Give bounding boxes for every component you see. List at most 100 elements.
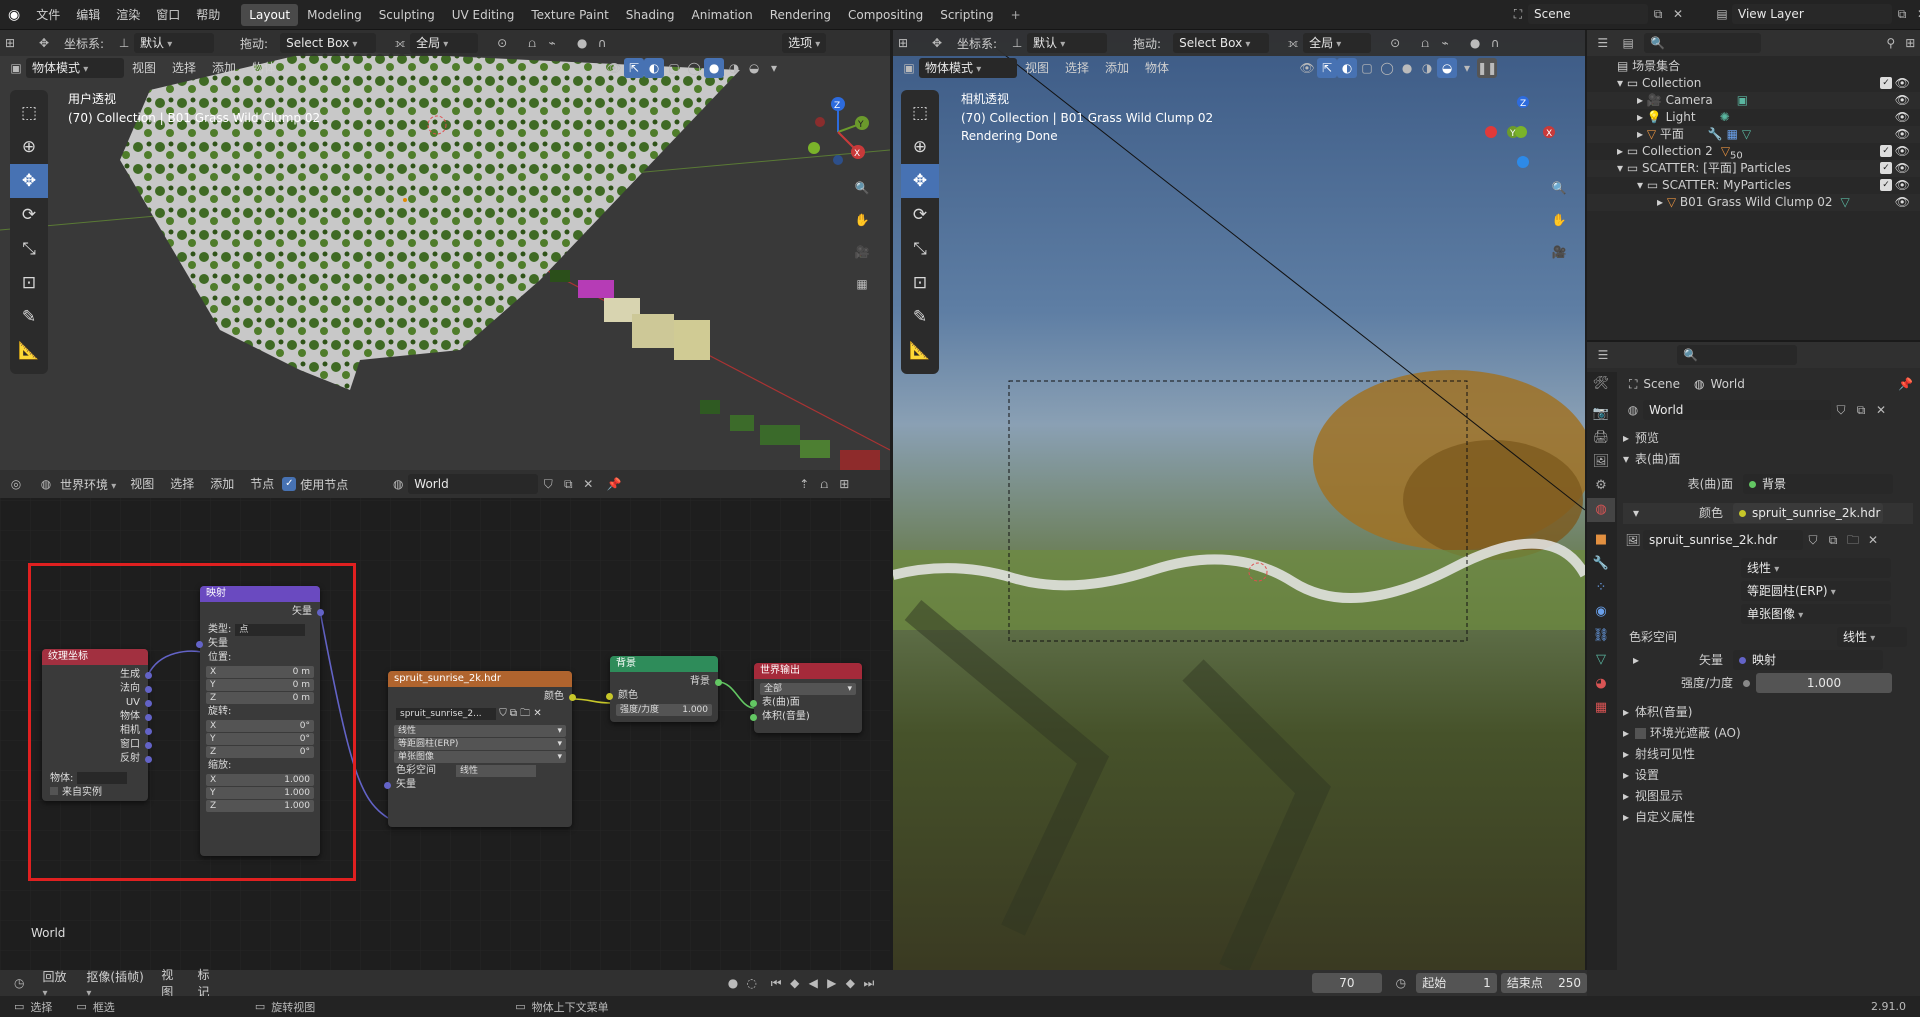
viewport-camera-perspective[interactable]: ⊞ ✥ 坐标系: ⊥ 默认 拖动: Select Box ⟗ 全局 ⊙ ⩍ ⌁ … xyxy=(893,30,1585,970)
scale-tool-icon[interactable]: ⤡ xyxy=(10,232,48,266)
scale-x[interactable]: X 1.000 xyxy=(206,774,314,786)
output-color[interactable]: 颜色 xyxy=(388,690,576,704)
jump-start-icon[interactable]: ⏮ xyxy=(767,973,786,993)
display-mode-icon[interactable]: ▤ xyxy=(1618,33,1637,53)
image-field[interactable]: spruit_sunrise_2... xyxy=(396,708,496,720)
expand-icon[interactable]: ▾ xyxy=(1637,178,1647,192)
exclude-checkbox[interactable]: ✓ xyxy=(1880,179,1892,191)
input-color[interactable]: 颜色 xyxy=(606,689,718,703)
constraints-tab-icon[interactable]: ⛓ xyxy=(1587,624,1615,648)
rendered-shading-icon[interactable]: ◒ xyxy=(744,58,764,78)
pan-hand-icon[interactable]: ✋ xyxy=(1549,210,1569,230)
surface-panel[interactable]: ▾ 表(曲)面 xyxy=(1623,449,1913,470)
world-browse-icon[interactable]: ◍ xyxy=(388,474,408,494)
menu-view[interactable]: 视图 xyxy=(122,469,162,499)
navigation-gizmo[interactable]: Z Y X xyxy=(1483,92,1563,172)
outliner-row-camera[interactable]: ▸ 🎥 Camera ▣ 👁 xyxy=(1587,92,1920,109)
outliner-row-collection-2[interactable]: ▸ ▭ Collection 2 ▽50 ✓ 👁 xyxy=(1587,143,1920,161)
vector-input-field[interactable]: 映射 xyxy=(1733,650,1884,670)
new-view-layer-icon[interactable]: ⧉ xyxy=(1892,4,1912,24)
output-uv[interactable]: UV xyxy=(42,696,152,710)
tab-rendering[interactable]: Rendering xyxy=(762,4,839,26)
new-collection-icon[interactable]: ⊞ xyxy=(1901,33,1920,53)
menu-add[interactable]: 添加 xyxy=(204,53,244,83)
mode-dropdown[interactable]: 物体模式 xyxy=(26,58,124,78)
modifier-tab-icon[interactable]: 🔧 xyxy=(1587,552,1615,576)
expand-icon[interactable]: ▸ xyxy=(1637,127,1647,141)
eye-icon[interactable]: 👁 xyxy=(1895,143,1910,160)
visibility-icon[interactable]: 👁 xyxy=(1297,58,1317,78)
preview-panel[interactable]: ▸ 预览 xyxy=(1623,428,1913,449)
annotate-tool-icon[interactable]: ✎ xyxy=(10,300,48,334)
rotation-x[interactable]: X 0° xyxy=(206,720,314,732)
material-tab-icon[interactable]: ◕ xyxy=(1587,672,1615,696)
object-picker[interactable] xyxy=(77,772,128,784)
pivot-icon[interactable]: ⟗ xyxy=(1283,33,1303,53)
outliner-row-plane[interactable]: ▸ ▽ 平面 🔧 ▦ ▽ 👁 xyxy=(1587,126,1920,143)
eye-icon[interactable]: 👁 xyxy=(1895,194,1910,211)
pivot-point-icon[interactable]: ⊙ xyxy=(492,33,512,53)
menu-object[interactable]: 物体 xyxy=(1137,53,1177,83)
tab-compositing[interactable]: Compositing xyxy=(840,4,931,26)
gizmo-icon[interactable]: ⇱ xyxy=(624,58,645,78)
outliner-editor-icon[interactable]: ☰ xyxy=(1593,33,1612,53)
eye-icon[interactable]: 👁 xyxy=(1895,109,1910,126)
from-instancer-checkbox[interactable] xyxy=(50,787,58,795)
transform-icon[interactable]: ✥ xyxy=(34,33,54,53)
output-vector[interactable]: 矢量 xyxy=(200,605,324,619)
pause-render-icon[interactable]: ❚❚ xyxy=(1477,58,1497,78)
output-generated[interactable]: 生成 xyxy=(42,668,152,682)
rendered-shading-icon[interactable]: ◒ xyxy=(1437,58,1458,78)
exclude-checkbox[interactable]: ✓ xyxy=(1880,162,1892,174)
viewport-user-perspective[interactable]: ⊞ ✥ 坐标系: ⊥ 默认 拖动: Select Box ⟗ 全局 ⊙ ⩍ ⌁ … xyxy=(0,30,890,470)
menu-window[interactable]: 窗口 xyxy=(148,0,188,30)
new-scene-icon[interactable]: ⧉ xyxy=(1648,4,1668,24)
grid-view-icon[interactable]: ▦ xyxy=(852,274,872,294)
view-menu[interactable]: 视图 xyxy=(161,966,183,1000)
rotate-tool-icon[interactable]: ⟳ xyxy=(901,198,939,232)
snap-icon[interactable]: ⩍ xyxy=(522,33,542,53)
input-surface[interactable]: 表(曲)面 xyxy=(750,696,862,710)
editor-type-icon[interactable]: ◎ xyxy=(6,474,26,494)
filter-icon[interactable]: ⚲ xyxy=(1881,33,1900,53)
rotation-y[interactable]: Y 0° xyxy=(206,733,314,745)
settings-panel[interactable]: ▸ 设置 xyxy=(1623,765,1913,786)
eye-icon[interactable]: 👁 xyxy=(1895,92,1910,109)
keying-menu[interactable]: 抠像(插帧) xyxy=(86,968,147,999)
tab-layout[interactable]: Layout xyxy=(241,3,299,26)
pan-hand-icon[interactable]: ✋ xyxy=(852,210,872,230)
xray-icon[interactable]: ▢ xyxy=(1357,58,1377,78)
duplicate-icon[interactable]: ⧉ xyxy=(1851,400,1871,420)
outliner-row-light[interactable]: ▸ 💡 Light ✺ 👁 xyxy=(1587,109,1920,126)
menu-edit[interactable]: 编辑 xyxy=(68,0,108,30)
output-tab-icon[interactable]: 🖨 xyxy=(1587,426,1615,450)
shader-type-dropdown[interactable]: 世界环境 xyxy=(60,476,116,493)
select-box-tool-icon[interactable]: ⬚ xyxy=(10,96,48,130)
rotate-tool-icon[interactable]: ⟳ xyxy=(10,198,48,232)
tab-shading[interactable]: Shading xyxy=(618,4,683,26)
material-shading-icon[interactable]: ◑ xyxy=(1417,58,1437,78)
scene-icon[interactable]: ⛶ xyxy=(1508,4,1528,24)
outliner-search[interactable]: 🔍 xyxy=(1643,33,1762,53)
coord-dropdown[interactable]: 默认 xyxy=(1027,33,1108,53)
unlink-icon[interactable]: ✕ xyxy=(578,474,598,494)
world-browse-icon[interactable]: ◍ xyxy=(1623,400,1643,420)
mapping-node[interactable]: 映射 矢量 类型: 点 矢量 位置: X0 m Y0 m Z0 m 旋转: X 0°… xyxy=(196,586,324,856)
image-buttons-icon[interactable]: ⛉ ⧉ 🗀 ✕ xyxy=(499,708,542,719)
duplicate-icon[interactable]: ⧉ xyxy=(558,474,578,494)
input-vector[interactable]: 矢量 xyxy=(384,778,572,792)
extension-dropdown[interactable]: 单张图像 ▾ xyxy=(394,751,566,763)
expand-icon[interactable]: ▸ xyxy=(1637,93,1647,107)
fake-user-icon[interactable]: ⛉ xyxy=(1803,530,1823,550)
rotation-z[interactable]: Z 0° xyxy=(206,746,314,758)
image-name-field[interactable]: spruit_sunrise_2k.hdr xyxy=(1643,530,1803,550)
input-vector[interactable]: 矢量 xyxy=(196,637,320,651)
custom-properties-panel[interactable]: ▸ 自定义属性 xyxy=(1623,807,1913,828)
play-reverse-icon[interactable]: ◀ xyxy=(804,973,823,993)
data-tab-icon[interactable]: ▽ xyxy=(1587,648,1615,672)
unlink-icon[interactable]: ✕ xyxy=(1863,530,1883,550)
end-frame-field[interactable]: 结束点 250 xyxy=(1500,973,1587,993)
breadcrumb-scene[interactable]: Scene xyxy=(1643,377,1680,391)
tab-uv-editing[interactable]: UV Editing xyxy=(444,4,523,26)
record-icon[interactable]: ● xyxy=(724,973,743,993)
